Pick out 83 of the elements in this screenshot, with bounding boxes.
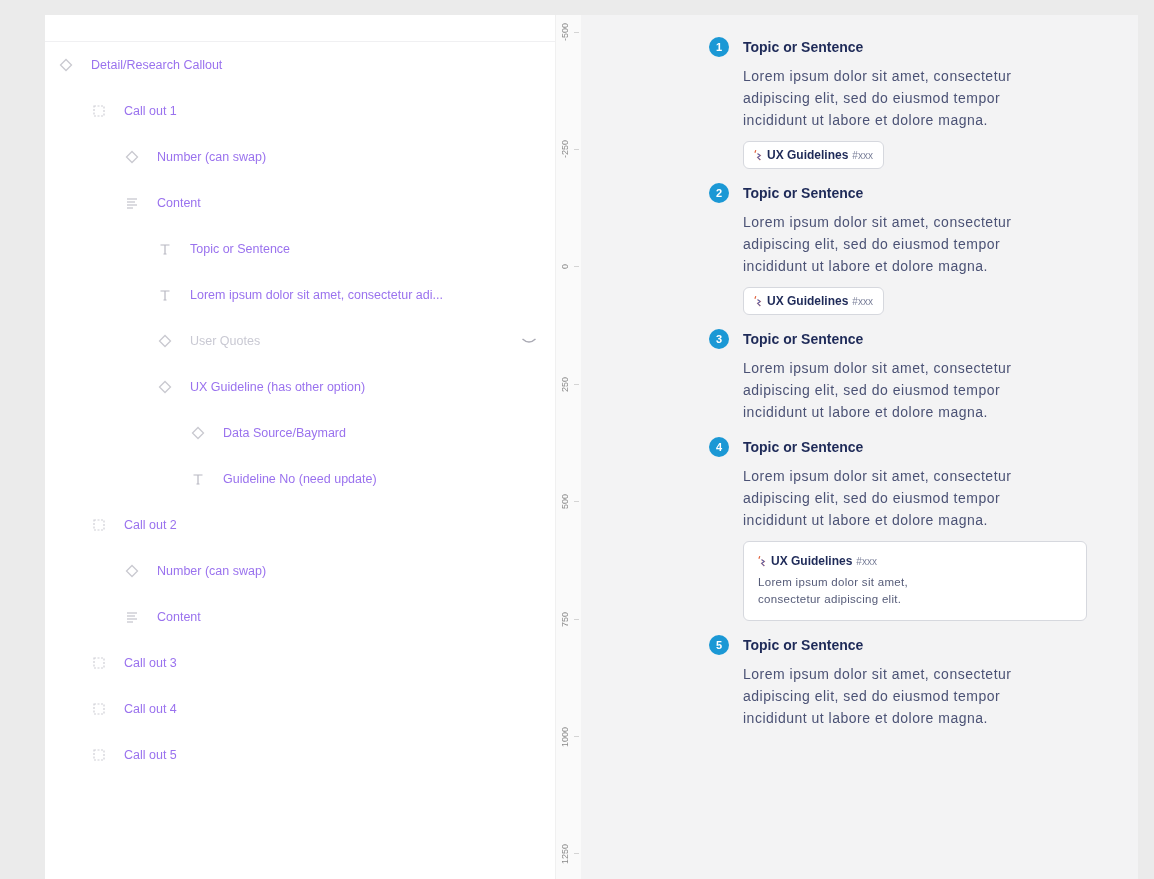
layer-item[interactable]: UX Guideline (has other option) bbox=[45, 364, 555, 410]
layer-name: Data Source/Baymard bbox=[223, 426, 346, 440]
callout-text: Lorem ipsum dolor sit amet, consectetur adipiscing elit, sed do eiusmod tempor incididunt ut labore et dolore magna. bbox=[743, 67, 1013, 130]
guideline-number: #xxx bbox=[852, 295, 873, 307]
layer-name: Topic or Sentence bbox=[190, 242, 291, 256]
auto-layout-icon bbox=[125, 196, 139, 210]
guideline-text: Lorem ipsum dolor sit amet, consectetur adipiscing elit. bbox=[758, 575, 909, 607]
text-icon bbox=[158, 242, 172, 256]
layer-name: Content bbox=[157, 610, 201, 624]
layer-item[interactable]: Call out 4 bbox=[45, 686, 555, 732]
guideline-number: #xxx bbox=[856, 555, 877, 567]
callout-text: Lorem ipsum dolor sit amet, consectetur adipiscing elit, sed do eiusmod tempor incididunt ut labore et dolore magna. bbox=[743, 213, 1013, 276]
frame-icon bbox=[92, 656, 106, 670]
frame-icon bbox=[92, 702, 106, 716]
layer-name: UX Guideline (has other option) bbox=[190, 380, 366, 394]
guideline-icon bbox=[758, 554, 767, 568]
ruler-label: -250 bbox=[560, 140, 571, 159]
ruler-label: 1000 bbox=[560, 726, 571, 747]
number-badge: 4 bbox=[709, 437, 729, 457]
callout-title: Topic or Sentence bbox=[743, 637, 864, 653]
instance-icon bbox=[125, 564, 139, 578]
instance-icon bbox=[125, 150, 139, 164]
layer-name: Call out 2 bbox=[124, 518, 177, 532]
number-badge: 2 bbox=[709, 183, 729, 203]
callout-title: Topic or Sentence bbox=[743, 439, 864, 455]
ruler-label: 750 bbox=[560, 611, 571, 627]
guideline-tag[interactable]: UX Guidelines #xxx bbox=[743, 287, 884, 315]
number-badge: 3 bbox=[709, 329, 729, 349]
guideline-tag[interactable]: UX Guidelines #xxx bbox=[743, 141, 884, 169]
layer-item[interactable]: Content bbox=[45, 180, 555, 226]
layer-item[interactable]: Data Source/Baymard bbox=[45, 410, 555, 456]
layer-item[interactable]: Call out 3 bbox=[45, 640, 555, 686]
callout-text: Lorem ipsum dolor sit amet, consectetur adipiscing elit, sed do eiusmod tempor incididunt ut labore et dolore magna. bbox=[743, 359, 1013, 422]
layer-item[interactable]: Topic or Sentence bbox=[45, 226, 555, 272]
layer-item[interactable]: Call out 1 bbox=[45, 88, 555, 134]
layer-name: Call out 5 bbox=[124, 748, 177, 762]
layer-item[interactable]: Lorem ipsum dolor sit amet, consectetur adi... bbox=[45, 272, 555, 318]
text-icon bbox=[158, 288, 172, 302]
layer-name: Lorem ipsum dolor sit amet, consectetur adi... bbox=[190, 288, 443, 302]
guideline-number: #xxx bbox=[852, 149, 873, 161]
layer-name: Call out 1 bbox=[124, 104, 177, 118]
layer-item[interactable]: Call out 5 bbox=[45, 732, 555, 778]
instance-icon bbox=[158, 380, 172, 394]
layer-name: Call out 3 bbox=[124, 656, 177, 670]
ruler-label: 1250 bbox=[560, 843, 571, 864]
layer-name: Number (can swap) bbox=[157, 564, 267, 578]
auto-layout-icon bbox=[125, 610, 139, 624]
guideline-label: UX Guidelines bbox=[771, 554, 853, 568]
guideline-label: UX Guidelines bbox=[767, 294, 849, 308]
guideline-label: UX Guidelines bbox=[767, 148, 849, 162]
ruler-label: 0 bbox=[560, 264, 571, 270]
instance-icon bbox=[59, 58, 73, 72]
callout-text: Lorem ipsum dolor sit amet, consectetur adipiscing elit, sed do eiusmod tempor incididunt ut labore et dolore magna. bbox=[743, 467, 1013, 530]
instance-icon bbox=[191, 426, 205, 440]
layer-item[interactable]: Content bbox=[45, 594, 555, 640]
hidden-eye-icon[interactable] bbox=[521, 337, 537, 345]
number-badge: 5 bbox=[709, 635, 729, 655]
frame-icon bbox=[92, 104, 106, 118]
layer-name: Number (can swap) bbox=[157, 150, 267, 164]
layer-name: Guideline No (need update) bbox=[223, 472, 377, 486]
layer-item[interactable]: Guideline No (need update) bbox=[45, 456, 555, 502]
guideline-tag[interactable]: UX Guidelines #xxx Lorem ipsum dolor sit amet, consectetur adipiscing elit. bbox=[743, 541, 1087, 621]
instance-icon bbox=[158, 334, 172, 348]
layer-item[interactable]: Number (can swap) bbox=[45, 134, 555, 180]
ruler-label: -500 bbox=[560, 23, 571, 41]
guideline-icon bbox=[754, 148, 763, 162]
frame-icon bbox=[92, 518, 106, 532]
layer-name: Content bbox=[157, 196, 201, 210]
text-icon bbox=[191, 472, 205, 486]
layer-item[interactable]: Detail/Research Callout bbox=[45, 42, 555, 88]
frame-icon bbox=[92, 748, 106, 762]
callout-title: Topic or Sentence bbox=[743, 39, 864, 55]
ruler-label: 500 bbox=[560, 494, 571, 510]
callout-title: Topic or Sentence bbox=[743, 331, 864, 347]
layer-item[interactable]: Call out 2 bbox=[45, 502, 555, 548]
callout-text: Lorem ipsum dolor sit amet, consectetur adipiscing elit, sed do eiusmod tempor incididunt ut labore et dolore magna. bbox=[743, 665, 1013, 728]
layer-name: Detail/Research Callout bbox=[91, 58, 223, 72]
layer-item[interactable]: Number (can swap) bbox=[45, 548, 555, 594]
layer-name: Call out 4 bbox=[124, 702, 177, 716]
number-badge: 1 bbox=[709, 37, 729, 57]
guideline-icon bbox=[754, 294, 763, 308]
callout-title: Topic or Sentence bbox=[743, 185, 864, 201]
ruler-label: 250 bbox=[560, 376, 571, 392]
